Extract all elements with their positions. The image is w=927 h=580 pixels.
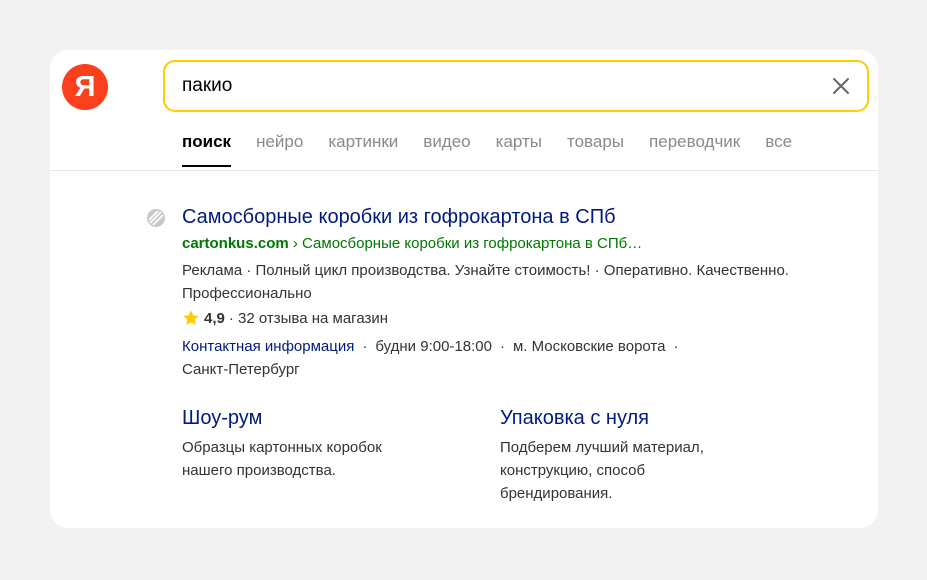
result-title-link[interactable]: Самосборные коробки из гофрокартона в СП… [182, 206, 616, 229]
metro-station: м. Московские ворота [512, 338, 666, 355]
result-url[interactable]: cartonkus.com › Самосборные коробки из г… [182, 235, 642, 252]
sitelink-title[interactable]: Шоу-рум [182, 407, 442, 430]
tab-translator[interactable]: переводчик [649, 132, 740, 152]
search-box [163, 60, 869, 112]
sitelink-description: Образцы картонных коробок нашего произво… [182, 439, 382, 479]
separator-dot: · [673, 338, 679, 355]
rating-score: 4,9 [204, 309, 225, 327]
tab-search[interactable]: поиск [182, 132, 232, 167]
search-results-card: Я поиск нейро картинки видео карты товар… [50, 50, 878, 528]
sitelink-packaging: Упаковка с нуля Подберем лучший материал… [500, 407, 760, 505]
rating-reviews[interactable]: · 32 отзыва на магазин [229, 310, 388, 327]
result-contacts: Контактная информация · будни 9:00-18:00 · м… [182, 335, 822, 381]
tab-all[interactable]: все [765, 132, 792, 152]
sitelink-description: Подберем лучший материал, конструкцию, с… [500, 439, 704, 502]
sitelink-showroom: Шоу-рум Образцы картонных коробок нашего… [182, 407, 442, 482]
tab-neuro[interactable]: нейро [256, 132, 303, 152]
separator-dot: · [499, 338, 505, 355]
sitelink-title[interactable]: Упаковка с нуля [500, 407, 760, 430]
contact-info-link[interactable]: Контактная информация [182, 338, 354, 355]
result-description: Реклама · Полный цикл производства. Узна… [182, 262, 789, 302]
tab-products[interactable]: товары [567, 132, 624, 152]
site-favicon-icon [146, 208, 166, 228]
tab-maps[interactable]: карты [496, 132, 542, 152]
working-hours: будни 9:00-18:00 [375, 338, 492, 355]
result-rating[interactable]: 4,9 · 32 отзыва на магазин [182, 309, 388, 327]
clear-icon[interactable] [827, 72, 855, 100]
tab-video[interactable]: видео [423, 132, 470, 152]
star-icon [183, 310, 199, 326]
search-tabs: поиск нейро картинки видео карты товары … [182, 132, 792, 167]
city: Санкт-Петербург [182, 361, 300, 378]
tabs-divider [50, 170, 878, 171]
result-breadcrumb[interactable]: › Самосборные коробки из гофрокартона в … [289, 235, 642, 252]
separator-dot: · [362, 338, 368, 355]
yandex-logo[interactable]: Я [62, 64, 108, 110]
result-domain[interactable]: cartonkus.com [182, 235, 289, 252]
tab-images[interactable]: картинки [328, 132, 398, 152]
search-input[interactable] [182, 71, 827, 101]
